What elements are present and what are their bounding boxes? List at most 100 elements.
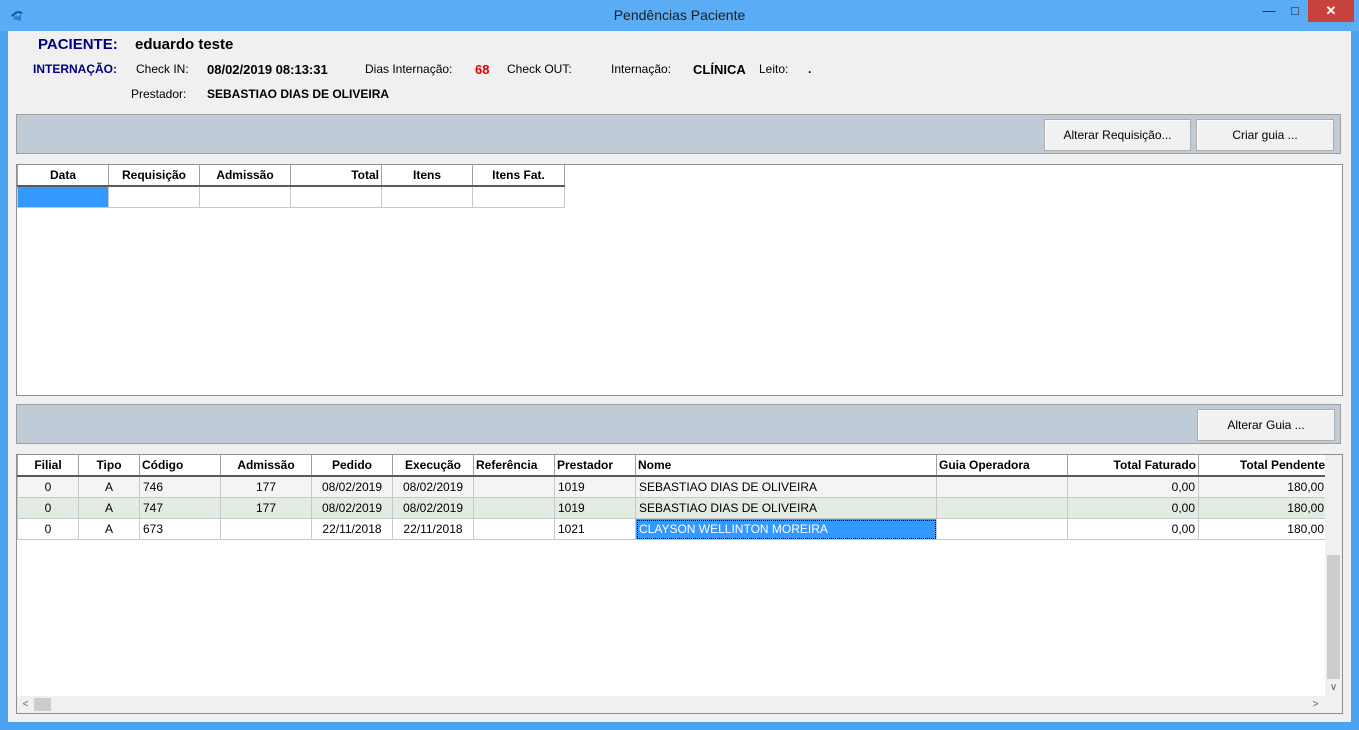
table-cell[interactable]: 1019: [554, 497, 636, 519]
table-cell[interactable]: [108, 185, 200, 208]
table-cell[interactable]: [220, 518, 312, 540]
checkin-value: 08/02/2019 08:13:31: [207, 62, 328, 77]
table-cell[interactable]: 0: [17, 475, 79, 498]
bed-value: .: [808, 62, 812, 76]
table-cell[interactable]: 22/11/2018: [392, 518, 474, 540]
selected-cell[interactable]: CLAYSON WELLINTON MOREIRA: [635, 518, 937, 540]
minimize-icon[interactable]: —: [1256, 0, 1282, 22]
admission-type-label: Internação:: [611, 62, 672, 76]
table-cell[interactable]: 747: [139, 497, 221, 519]
days-label: Dias Internação:: [365, 62, 453, 76]
days-value: 68: [475, 62, 490, 77]
table-cell[interactable]: 673: [139, 518, 221, 540]
table-cell[interactable]: 1021: [554, 518, 636, 540]
table-cell[interactable]: 180,00: [1198, 497, 1328, 519]
client-area: PACIENTE: eduardo teste INTERNAÇÃO: Chec…: [8, 31, 1351, 722]
table-row[interactable]: [17, 185, 565, 208]
provider-value: SEBASTIAO DIAS DE OLIVEIRA: [207, 87, 390, 101]
scroll-left-icon[interactable]: <: [17, 696, 34, 713]
alter-guide-button[interactable]: Alterar Guia ...: [1197, 409, 1335, 441]
col-header-codigo[interactable]: Código: [139, 455, 221, 477]
horizontal-scrollbar[interactable]: < >: [17, 696, 1342, 713]
table-cell[interactable]: 08/02/2019: [392, 475, 474, 498]
table-cell[interactable]: 177: [220, 497, 312, 519]
table-cell[interactable]: A: [78, 518, 140, 540]
col-header-admissao[interactable]: Admissão: [220, 455, 312, 477]
table-cell[interactable]: 0,00: [1067, 518, 1199, 540]
table-cell[interactable]: 08/02/2019: [311, 475, 393, 498]
col-header-itens[interactable]: Itens: [381, 165, 473, 187]
vertical-scrollbar[interactable]: ∨: [1325, 455, 1342, 696]
table-cell[interactable]: 08/02/2019: [311, 497, 393, 519]
col-header-nome[interactable]: Nome: [635, 455, 937, 477]
horizontal-scroll-thumb[interactable]: [34, 698, 51, 711]
table-cell[interactable]: 0,00: [1067, 475, 1199, 498]
table-cell[interactable]: [381, 185, 473, 208]
scroll-right-icon[interactable]: >: [1307, 696, 1324, 713]
checkin-label: Check IN:: [136, 62, 189, 76]
col-header-data[interactable]: Data: [17, 165, 109, 187]
table-cell[interactable]: 177: [220, 475, 312, 498]
col-header-guia-operadora[interactable]: Guia Operadora: [936, 455, 1068, 477]
col-header-execucao[interactable]: Execução: [392, 455, 474, 477]
col-header-total-faturado[interactable]: Total Faturado: [1067, 455, 1199, 477]
table-cell[interactable]: [936, 497, 1068, 519]
guides-grid[interactable]: Filial Tipo Código Admissão Pedido Execu…: [16, 454, 1343, 714]
table-row[interactable]: 0 A 673 22/11/2018 22/11/2018 1021 CLAYS…: [17, 518, 1328, 540]
table-cell[interactable]: 1019: [554, 475, 636, 498]
col-header-filial[interactable]: Filial: [17, 455, 79, 477]
table-cell[interactable]: [936, 518, 1068, 540]
col-header-referencia[interactable]: Referência: [473, 455, 555, 477]
table-cell[interactable]: [290, 185, 382, 208]
table-cell[interactable]: [199, 185, 291, 208]
maximize-icon[interactable]: □: [1282, 0, 1308, 22]
admission-label: INTERNAÇÃO:: [33, 62, 117, 76]
table-cell[interactable]: 08/02/2019: [392, 497, 474, 519]
table-cell[interactable]: A: [78, 475, 140, 498]
requisition-toolbar: Alterar Requisição... Criar guia ...: [16, 114, 1341, 154]
guide-toolbar: Alterar Guia ...: [16, 404, 1341, 444]
alter-requisition-button[interactable]: Alterar Requisição...: [1044, 119, 1191, 151]
col-header-total[interactable]: Total: [290, 165, 382, 187]
vertical-scroll-thumb[interactable]: [1327, 555, 1340, 679]
table-row[interactable]: 0 A 746 177 08/02/2019 08/02/2019 1019 S…: [17, 475, 1328, 498]
col-header-itens-fat[interactable]: Itens Fat.: [472, 165, 565, 187]
admission-type-value: CLÍNICA: [693, 62, 746, 77]
table-cell[interactable]: 180,00: [1198, 518, 1328, 540]
patient-label: PACIENTE:: [38, 36, 118, 53]
table-cell[interactable]: [472, 185, 565, 208]
checkout-label: Check OUT:: [507, 62, 572, 76]
col-header-total-pendente[interactable]: Total Pendente: [1198, 455, 1328, 477]
window-frame: Pendências Paciente — □ ✕ PACIENTE: edua…: [0, 0, 1359, 730]
close-icon[interactable]: ✕: [1308, 0, 1354, 22]
col-header-pedido[interactable]: Pedido: [311, 455, 393, 477]
create-guide-button[interactable]: Criar guia ...: [1196, 119, 1334, 151]
col-header-tipo[interactable]: Tipo: [78, 455, 140, 477]
provider-label: Prestador:: [131, 87, 187, 101]
table-cell[interactable]: [17, 185, 109, 208]
window-title: Pendências Paciente: [613, 7, 746, 23]
table-cell[interactable]: A: [78, 497, 140, 519]
col-header-prestador[interactable]: Prestador: [554, 455, 636, 477]
table-cell[interactable]: 0: [17, 497, 79, 519]
table-cell[interactable]: 0: [17, 518, 79, 540]
col-header-requisicao[interactable]: Requisição: [108, 165, 200, 187]
table-cell[interactable]: SEBASTIAO DIAS DE OLIVEIRA: [635, 497, 937, 519]
table-row[interactable]: 0 A 747 177 08/02/2019 08/02/2019 1019 S…: [17, 497, 1328, 519]
guides-table: Filial Tipo Código Admissão Pedido Execu…: [17, 455, 1328, 540]
table-cell[interactable]: [473, 497, 555, 519]
table-cell[interactable]: 180,00: [1198, 475, 1328, 498]
patient-name: eduardo teste: [135, 36, 234, 53]
requisitions-grid[interactable]: Data Requisição Admissão Total Itens Ite…: [16, 164, 1343, 396]
table-cell[interactable]: [936, 475, 1068, 498]
table-cell[interactable]: 0,00: [1067, 497, 1199, 519]
table-cell[interactable]: [473, 518, 555, 540]
table-cell[interactable]: [473, 475, 555, 498]
table-cell[interactable]: SEBASTIAO DIAS DE OLIVEIRA: [635, 475, 937, 498]
table-cell[interactable]: 22/11/2018: [311, 518, 393, 540]
col-header-admissao[interactable]: Admissão: [199, 165, 291, 187]
table-cell[interactable]: 746: [139, 475, 221, 498]
title-bar[interactable]: Pendências Paciente — □ ✕: [0, 0, 1359, 31]
scroll-down-icon[interactable]: ∨: [1325, 679, 1342, 696]
bed-label: Leito:: [759, 62, 789, 76]
